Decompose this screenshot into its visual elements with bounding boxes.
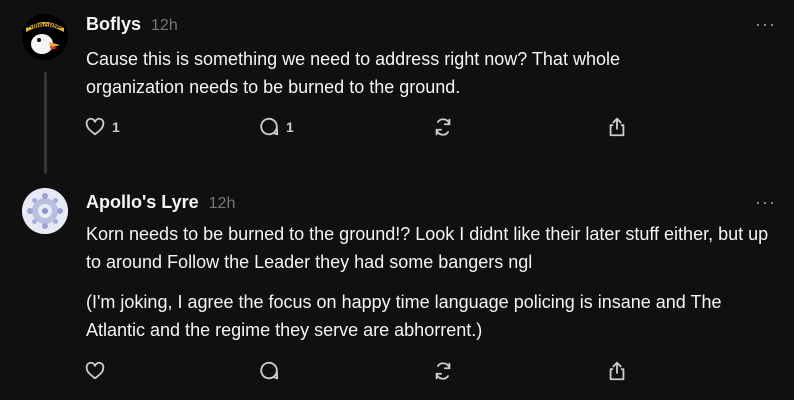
comment-icon bbox=[260, 117, 279, 136]
like-count: 1 bbox=[112, 119, 120, 135]
avatar-boflys[interactable]: AIRBORNE bbox=[22, 14, 68, 60]
username[interactable]: Apollo's Lyre bbox=[86, 192, 199, 213]
repost-icon bbox=[435, 118, 451, 136]
share-button[interactable] bbox=[606, 116, 628, 138]
more-options-button[interactable]: ··· bbox=[755, 192, 776, 213]
reply-button[interactable]: 1 bbox=[258, 116, 294, 138]
reply-count: 1 bbox=[286, 119, 294, 135]
avatar-tab-text: AIRBORNE bbox=[28, 23, 63, 30]
action-bar: 1 1 bbox=[84, 116, 644, 142]
post-header: Apollo's Lyre 12h bbox=[86, 192, 235, 213]
repost-button[interactable] bbox=[432, 116, 454, 138]
comment-icon bbox=[260, 361, 279, 380]
heart-icon bbox=[85, 361, 105, 380]
share-icon bbox=[609, 361, 625, 381]
timestamp[interactable]: 12h bbox=[209, 195, 236, 213]
username[interactable]: Boflys bbox=[86, 14, 141, 35]
more-options-button[interactable]: ··· bbox=[755, 14, 776, 35]
post-header: Boflys 12h bbox=[86, 14, 178, 35]
timestamp[interactable]: 12h bbox=[151, 17, 178, 35]
action-bar bbox=[84, 360, 644, 386]
post-text: Cause this is something we need to addre… bbox=[86, 49, 620, 97]
post-text-paragraph-1: Korn needs to be burned to the ground!? … bbox=[86, 224, 769, 272]
heart-icon bbox=[85, 117, 105, 136]
thread-connector-line bbox=[44, 72, 47, 174]
like-button[interactable] bbox=[84, 360, 106, 382]
share-icon bbox=[609, 117, 625, 137]
repost-icon bbox=[435, 362, 451, 380]
post-text-paragraph-2: (I'm joking, I agree the focus on happy … bbox=[86, 292, 722, 340]
share-button[interactable] bbox=[606, 360, 628, 382]
airborne-eagle-icon: AIRBORNE bbox=[22, 14, 68, 60]
post-apollos-lyre: Apollo's Lyre 12h ··· Korn needs to be b… bbox=[0, 180, 794, 400]
like-button[interactable]: 1 bbox=[84, 116, 120, 138]
post-boflys: AIRBORNE Boflys 12h ··· Cause this is so… bbox=[0, 0, 794, 180]
repost-button[interactable] bbox=[432, 360, 454, 382]
fractal-pattern-icon bbox=[22, 188, 68, 234]
reply-button[interactable] bbox=[258, 360, 280, 382]
avatar-apollos-lyre[interactable] bbox=[22, 188, 68, 234]
